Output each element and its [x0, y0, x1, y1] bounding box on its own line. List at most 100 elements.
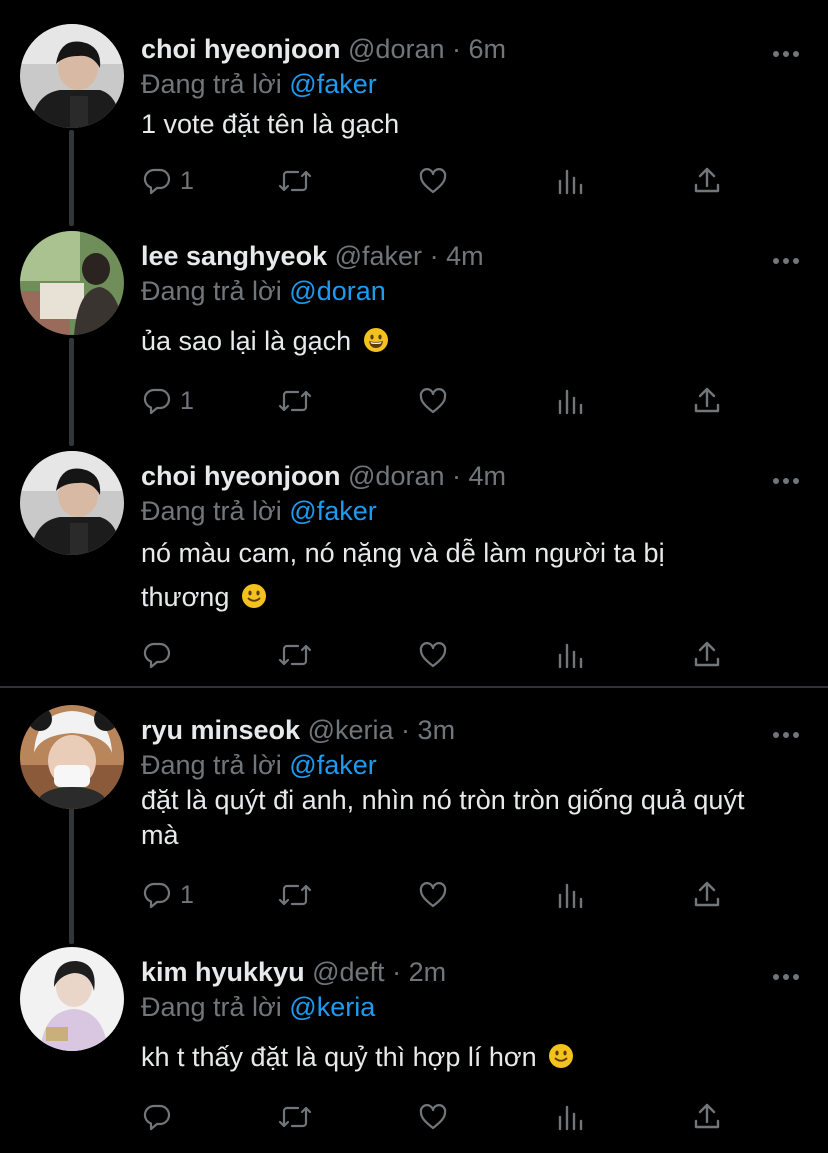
reply-button[interactable]: 1	[142, 381, 194, 421]
more-icon[interactable]	[772, 727, 800, 738]
tweet-actions	[0, 1097, 828, 1137]
display-name[interactable]: kim hyukkyu	[141, 957, 305, 987]
more-icon[interactable]	[772, 473, 800, 484]
tweet-text: ủa sao lại là gạch	[141, 319, 781, 363]
reply-icon	[143, 882, 171, 909]
username[interactable]: @keria	[308, 715, 394, 745]
mention-link[interactable]: @faker	[289, 496, 376, 526]
separator: ·	[452, 34, 461, 64]
share-button[interactable]	[692, 1097, 722, 1137]
mention-link[interactable]: @doran	[289, 276, 385, 306]
mention-link[interactable]: @faker	[289, 750, 376, 780]
tweet-text: kh t thấy đặt là quỷ thì hợp lí hơn	[141, 1035, 781, 1079]
timestamp[interactable]: 6m	[469, 34, 507, 64]
replying-to: Đang trả lời @doran	[141, 274, 386, 308]
reply-count: 1	[180, 167, 194, 195]
reply-button[interactable]: 1	[142, 161, 194, 201]
heart-icon	[419, 642, 447, 668]
more-icon[interactable]	[772, 46, 800, 57]
avatar-image	[20, 451, 124, 555]
timestamp[interactable]: 3m	[418, 715, 456, 745]
tweet-actions: 1	[0, 381, 828, 421]
username[interactable]: @deft	[312, 957, 384, 987]
share-icon	[694, 1103, 720, 1129]
replying-prefix: Đang trả lời	[141, 276, 282, 306]
replying-prefix: Đang trả lời	[141, 750, 282, 780]
tweet-actions: 1	[0, 875, 828, 915]
heart-icon	[419, 388, 447, 414]
tweet-text-content: đặt là quýt đi anh, nhìn nó tròn tròn gi…	[141, 785, 745, 850]
replying-to: Đang trả lời @faker	[141, 748, 377, 782]
tweet-actions: 1	[0, 161, 828, 201]
separator: ·	[392, 957, 402, 987]
like-button[interactable]	[418, 161, 448, 201]
like-button[interactable]	[418, 875, 448, 915]
analytics-button[interactable]	[556, 381, 586, 421]
timestamp[interactable]: 4m	[446, 241, 484, 271]
tweet-text: 1 vote đặt tên là gạch	[141, 102, 781, 146]
heart-icon	[419, 1104, 447, 1130]
separator: ·	[429, 241, 439, 271]
analytics-button[interactable]	[556, 635, 586, 675]
reply-button[interactable]: 1	[142, 875, 194, 915]
reply-icon	[143, 642, 171, 669]
display-name[interactable]: choi hyeonjoon	[141, 461, 341, 491]
reply-icon	[143, 168, 171, 195]
timestamp[interactable]: 4m	[469, 461, 507, 491]
avatar[interactable]	[20, 231, 124, 335]
mention-link[interactable]: @keria	[289, 992, 375, 1022]
separator: ·	[452, 461, 461, 491]
retweet-button[interactable]	[278, 381, 312, 421]
tweet-header: kim hyukkyu @deft · 2m	[141, 955, 446, 989]
analytics-button[interactable]	[556, 1097, 586, 1137]
tweet-header: choi hyeonjoon @doran · 6m	[141, 32, 506, 66]
analytics-button[interactable]	[556, 875, 586, 915]
retweet-icon	[278, 644, 312, 666]
share-button[interactable]	[692, 161, 722, 201]
timestamp[interactable]: 2m	[409, 957, 447, 987]
retweet-button[interactable]	[278, 875, 312, 915]
reply-button[interactable]	[142, 635, 180, 675]
tweet-text-content: 1 vote đặt tên là gạch	[141, 109, 400, 139]
slightly-smiling-face-icon	[549, 1044, 574, 1068]
more-icon[interactable]	[772, 253, 800, 264]
like-button[interactable]	[418, 381, 448, 421]
analytics-icon	[558, 1105, 583, 1131]
username[interactable]: @faker	[335, 241, 422, 271]
more-icon[interactable]	[772, 969, 800, 980]
username[interactable]: @doran	[348, 461, 444, 491]
replying-prefix: Đang trả lời	[141, 69, 282, 99]
retweet-button[interactable]	[278, 1097, 312, 1137]
replying-prefix: Đang trả lời	[141, 992, 282, 1022]
analytics-button[interactable]	[556, 161, 586, 201]
like-button[interactable]	[418, 635, 448, 675]
avatar[interactable]	[20, 451, 124, 555]
username[interactable]: @doran	[348, 34, 444, 64]
tweet-actions	[0, 635, 828, 675]
analytics-icon	[558, 389, 583, 415]
separator: ·	[401, 715, 411, 745]
avatar[interactable]	[20, 24, 124, 128]
share-button[interactable]	[692, 635, 722, 675]
mention-link[interactable]: @faker	[289, 69, 376, 99]
avatar[interactable]	[20, 947, 124, 1051]
retweet-icon	[278, 1106, 312, 1128]
tweet-text-content: ủa sao lại là gạch	[141, 326, 352, 356]
tweet-text: đặt là quýt đi anh, nhìn nó tròn tròn gi…	[141, 783, 761, 853]
tweet-text-content: kh t thấy đặt là quỷ thì hợp lí hơn	[141, 1042, 537, 1072]
display-name[interactable]: choi hyeonjoon	[141, 34, 341, 64]
share-icon	[694, 387, 720, 413]
tweet-header: ryu minseok @keria · 3m	[141, 713, 455, 747]
avatar[interactable]	[20, 705, 124, 809]
analytics-icon	[558, 643, 583, 669]
display-name[interactable]: lee sanghyeok	[141, 241, 327, 271]
share-button[interactable]	[692, 875, 722, 915]
display-name[interactable]: ryu minseok	[141, 715, 300, 745]
share-button[interactable]	[692, 381, 722, 421]
analytics-icon	[558, 883, 583, 909]
retweet-button[interactable]	[278, 635, 312, 675]
heart-icon	[419, 882, 447, 908]
retweet-button[interactable]	[278, 161, 312, 201]
reply-button[interactable]	[142, 1097, 180, 1137]
like-button[interactable]	[418, 1097, 448, 1137]
